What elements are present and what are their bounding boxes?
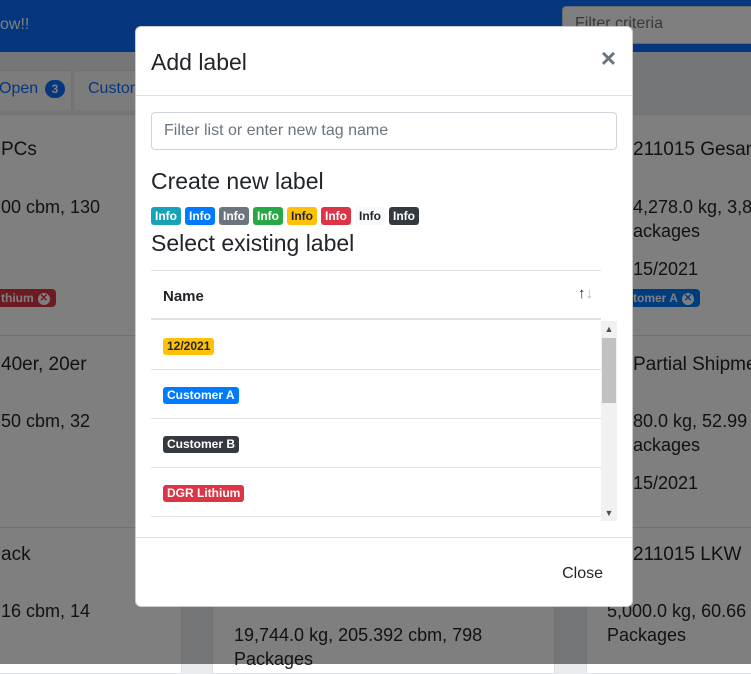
scrollbar-thumb[interactable] [602, 338, 616, 403]
new-label-chip[interactable]: Info [253, 207, 283, 225]
create-label-heading: Create new label [151, 168, 324, 194]
label-badge: 12/2021 [163, 338, 215, 355]
add-label-modal: Add label × Create new label Info Info I… [135, 26, 633, 607]
new-label-chip[interactable]: Info [389, 207, 419, 225]
close-icon[interactable]: × [601, 45, 616, 71]
new-label-chip[interactable]: Info [219, 207, 249, 225]
select-label-heading: Select existing label [151, 230, 355, 256]
new-label-chip[interactable]: Info [321, 207, 351, 225]
new-label-chip[interactable]: Info [185, 207, 215, 225]
table-scrollbar[interactable]: ▲ ▼ [601, 321, 617, 521]
label-badge: DGR Lithium [163, 485, 245, 502]
scroll-up-icon[interactable]: ▲ [601, 321, 617, 337]
label-search-input[interactable] [151, 112, 617, 150]
new-label-chip[interactable]: Info [287, 207, 317, 225]
modal-header: Add label × [136, 27, 632, 96]
scroll-down-icon[interactable]: ▼ [601, 505, 617, 521]
table-row[interactable]: Customer A [151, 370, 601, 419]
modal-footer: Close [136, 537, 632, 606]
name-column-header[interactable]: Name [163, 288, 204, 305]
modal-title: Add label [151, 49, 247, 75]
new-label-chip[interactable]: Info [151, 207, 181, 225]
close-button[interactable]: Close [562, 565, 603, 583]
label-badge: Customer B [163, 436, 240, 453]
label-badge: Customer A [163, 387, 239, 404]
label-table-header: Name ↑↓ [151, 270, 601, 320]
label-table-body: 12/2021 Customer A Customer B DGR Lithiu… [151, 321, 617, 521]
table-row[interactable]: Customer B [151, 419, 601, 468]
new-label-chips: Info Info Info Info Info Info Info Info [151, 207, 419, 225]
sort-arrows-icon[interactable]: ↑↓ [578, 285, 593, 302]
table-row[interactable]: DGR Lithium [151, 468, 601, 517]
table-row[interactable]: 12/2021 [151, 321, 601, 370]
new-label-chip[interactable]: Info [355, 207, 385, 225]
